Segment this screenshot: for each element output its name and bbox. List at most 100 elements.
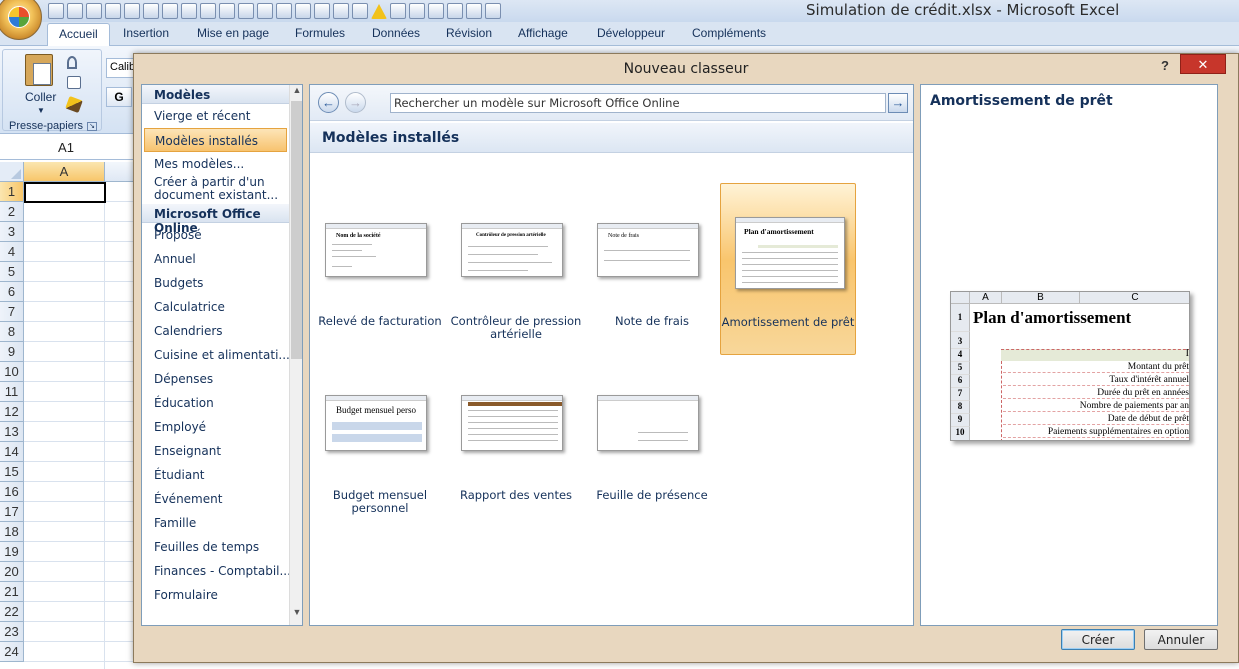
paste-icon[interactable] — [25, 54, 53, 86]
toolbar-icon[interactable] — [143, 3, 159, 19]
nav-item[interactable]: Mes modèles... — [142, 152, 289, 176]
row-header[interactable]: 1 — [0, 182, 24, 202]
row-header[interactable]: 11 — [0, 382, 24, 402]
row-header[interactable]: 14 — [0, 442, 24, 462]
toolbar-icon[interactable] — [314, 3, 330, 19]
template-item-selected[interactable]: Plan d'amortissement Amortissement de pr… — [720, 183, 856, 355]
toolbar-icon[interactable] — [295, 3, 311, 19]
nav-item[interactable]: Budgets — [142, 271, 289, 295]
select-all-corner[interactable] — [0, 162, 24, 182]
row-header[interactable]: 16 — [0, 482, 24, 502]
toolbar-icon[interactable] — [485, 3, 501, 19]
row-header[interactable]: 5 — [0, 262, 24, 282]
row-header[interactable]: 3 — [0, 222, 24, 242]
format-painter-icon[interactable] — [65, 95, 83, 114]
row-header[interactable]: 12 — [0, 402, 24, 422]
font-name-box[interactable]: Calib — [106, 58, 136, 78]
nav-item[interactable]: Feuilles de temps — [142, 535, 289, 559]
cancel-button[interactable]: Annuler — [1144, 629, 1218, 650]
nav-item[interactable]: Cuisine et alimentati... — [142, 343, 289, 367]
toolbar-icon[interactable] — [276, 3, 292, 19]
nav-item[interactable]: Événement — [142, 487, 289, 511]
row-header[interactable]: 22 — [0, 602, 24, 622]
redo-icon[interactable] — [86, 3, 102, 19]
back-arrow-icon[interactable]: ← — [318, 92, 339, 113]
tab-mise-en-page[interactable]: Mise en page — [197, 26, 269, 40]
scroll-up-icon[interactable]: ▲ — [290, 85, 302, 101]
forward-arrow-icon[interactable]: → — [345, 92, 366, 113]
row-header[interactable]: 17 — [0, 502, 24, 522]
template-item[interactable]: Nom de la société Relevé de facturation — [312, 183, 448, 355]
row-header[interactable]: 24 — [0, 642, 24, 662]
nav-item[interactable]: Annuel — [142, 247, 289, 271]
search-go-icon[interactable]: → — [888, 93, 908, 113]
row-header[interactable]: 13 — [0, 422, 24, 442]
scroll-down-icon[interactable]: ▼ — [290, 607, 302, 623]
toolbar-icon[interactable] — [409, 3, 425, 19]
tab-revision[interactable]: Révision — [446, 26, 492, 40]
copy-icon[interactable] — [67, 76, 81, 89]
scissors-icon[interactable] — [67, 56, 77, 69]
chevron-down-icon[interactable]: ▼ — [37, 106, 45, 115]
row-header[interactable]: 18 — [0, 522, 24, 542]
template-item[interactable]: Note de frais Note de frais — [584, 183, 720, 355]
toolbar-icon[interactable] — [257, 3, 273, 19]
nav-item[interactable]: Étudiant — [142, 463, 289, 487]
row-header[interactable]: 7 — [0, 302, 24, 322]
warning-icon[interactable] — [371, 3, 387, 19]
close-button[interactable]: ✕ — [1180, 54, 1226, 74]
template-item[interactable]: Rapport des ventes — [448, 357, 584, 529]
nav-item[interactable]: Enseignant — [142, 439, 289, 463]
column-header-a[interactable]: A — [24, 162, 105, 182]
nav-item[interactable]: Calendriers — [142, 319, 289, 343]
tab-formules[interactable]: Formules — [295, 26, 345, 40]
template-search-input[interactable]: Rechercher un modèle sur Microsoft Offic… — [390, 93, 886, 113]
tab-complements[interactable]: Compléments — [692, 26, 766, 40]
create-button[interactable]: Créer — [1061, 629, 1135, 650]
nav-item[interactable]: Éducation — [142, 391, 289, 415]
tab-accueil[interactable]: Accueil — [47, 23, 110, 47]
column-header[interactable] — [105, 162, 134, 182]
tab-insertion[interactable]: Insertion — [123, 26, 169, 40]
nav-item[interactable]: Finances - Comptabil... — [142, 559, 289, 583]
toolbar-icon[interactable] — [219, 3, 235, 19]
nav-item[interactable]: Employé — [142, 415, 289, 439]
name-box[interactable]: A1 — [0, 138, 132, 158]
nav-item[interactable]: Famille — [142, 511, 289, 535]
toolbar-icon[interactable] — [333, 3, 349, 19]
tab-donnees[interactable]: Données — [372, 26, 420, 40]
nav-item[interactable]: Créer à partir d'un document existant... — [142, 176, 289, 204]
toolbar-icon[interactable] — [238, 3, 254, 19]
toolbar-icon[interactable] — [447, 3, 463, 19]
toolbar-icon[interactable] — [105, 3, 121, 19]
nav-item-selected[interactable]: Modèles installés — [144, 128, 287, 152]
row-header[interactable]: 2 — [0, 202, 24, 222]
tab-developpeur[interactable]: Développeur — [597, 26, 665, 40]
row-header[interactable]: 10 — [0, 362, 24, 382]
nav-scrollbar[interactable]: ▲ ▼ — [289, 85, 302, 625]
paste-button-label[interactable]: Coller — [25, 90, 56, 104]
row-header[interactable]: 21 — [0, 582, 24, 602]
nav-item[interactable]: Vierge et récent — [142, 104, 289, 128]
toolbar-icon[interactable] — [200, 3, 216, 19]
row-header[interactable]: 4 — [0, 242, 24, 262]
save-icon[interactable] — [48, 3, 64, 19]
toolbar-icon[interactable] — [162, 3, 178, 19]
active-cell[interactable] — [24, 182, 106, 203]
help-button[interactable]: ? — [1161, 58, 1169, 73]
template-item[interactable]: Feuille de présence — [584, 357, 720, 529]
toolbar-icon[interactable] — [181, 3, 197, 19]
nav-item[interactable]: Dépenses — [142, 367, 289, 391]
toolbar-icon[interactable] — [466, 3, 482, 19]
dialog-launcher-icon[interactable]: ↘ — [87, 122, 97, 131]
row-header[interactable]: 6 — [0, 282, 24, 302]
toolbar-icon[interactable] — [428, 3, 444, 19]
row-header[interactable]: 20 — [0, 562, 24, 582]
nav-item[interactable]: Calculatrice — [142, 295, 289, 319]
tab-affichage[interactable]: Affichage — [518, 26, 568, 40]
row-header[interactable]: 19 — [0, 542, 24, 562]
bold-button[interactable]: G — [106, 87, 132, 107]
nav-item[interactable]: Formulaire — [142, 583, 289, 607]
cells-area[interactable] — [24, 182, 134, 669]
toolbar-icon[interactable] — [124, 3, 140, 19]
